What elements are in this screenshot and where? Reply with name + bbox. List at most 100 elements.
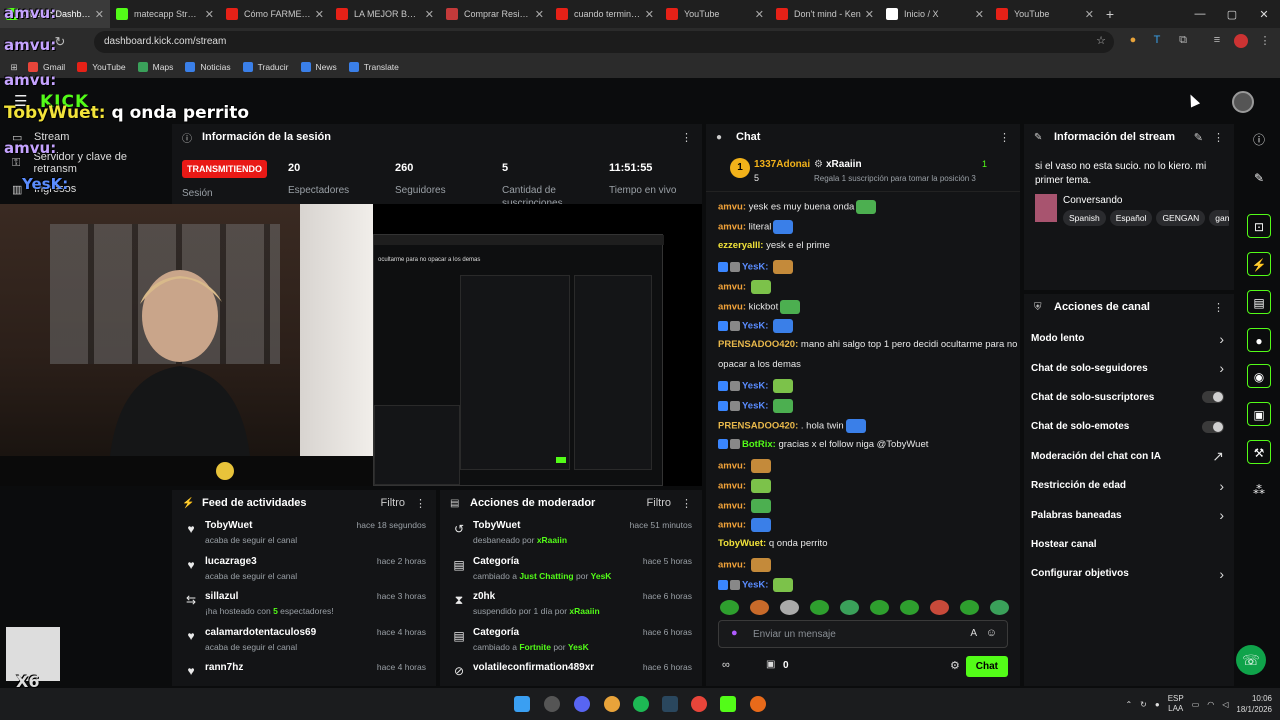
mod-action-target[interactable]: volatileconfirmation489xr [473,662,594,673]
toggle-switch[interactable] [1202,391,1224,404]
quick-emote-icon[interactable] [720,600,739,615]
channel-action-item[interactable]: Moderación del chat con IA ↗ [1024,442,1234,471]
translate-icon[interactable]: A [970,628,977,639]
quick-emote-icon[interactable] [990,600,1009,615]
second-gifter-name[interactable]: xRaaiin [826,159,862,170]
feed-item[interactable]: ⇆ sillazul hace 3 horas ¡ha hosteado con 5 … [172,587,436,623]
chat-settings-icon[interactable]: ⚙ [950,659,960,672]
stream-tag[interactable]: Spanish [1063,210,1106,226]
user-avatar[interactable] [1232,91,1254,113]
clipboard-icon[interactable]: ▤ [1247,290,1271,314]
chat-username[interactable]: PRENSADOO420 [718,339,795,350]
sync-icon[interactable]: ↻ [1140,700,1147,709]
chat-username[interactable]: amvu [718,281,743,292]
close-tab-icon[interactable]: ✕ [95,8,104,21]
quick-emote-icon[interactable] [960,600,979,615]
app-icon[interactable] [544,696,560,712]
new-tab-button[interactable]: + [1100,6,1120,22]
chat-username[interactable]: BotRix [742,439,773,450]
system-clock[interactable]: 10:06 18/1/2026 [1236,693,1272,715]
app-icon[interactable] [750,696,766,712]
chat-username[interactable]: amvu [718,500,743,511]
toggle-switch[interactable] [1202,420,1224,433]
close-tab-icon[interactable]: ✕ [535,8,544,21]
profile-avatar-icon[interactable] [1234,34,1248,48]
close-tab-icon[interactable]: ✕ [205,8,214,21]
help-button[interactable]: ☏ [1236,645,1266,675]
close-tab-icon[interactable]: ✕ [425,8,434,21]
chat-username[interactable]: amvu [718,480,743,491]
spotify-icon[interactable] [633,696,649,712]
browser-tab[interactable]: Cómo FARMEAR ✕ [220,0,330,28]
category-name[interactable]: Conversando [1063,195,1122,206]
edit-icon[interactable]: ✎ [1194,131,1203,144]
feed-item[interactable]: ♥ TobyWuet hace 18 segundos acaba de seguir… [172,516,436,552]
browser-tab[interactable]: YouTube ✕ [660,0,770,28]
close-tab-icon[interactable]: ✕ [865,8,874,21]
close-window-icon[interactable]: ✕ [1248,8,1280,21]
quick-emote-icon[interactable] [930,600,949,615]
display-icon[interactable]: ▭ [1192,700,1200,709]
feed-item-name[interactable]: rann7hz [205,662,243,673]
close-tab-icon[interactable]: ✕ [755,8,764,21]
chat-username[interactable]: ezzeryalll [718,240,760,251]
close-tab-icon[interactable]: ✕ [1085,8,1094,21]
chat-username[interactable]: amvu [718,560,743,571]
chat-input[interactable]: ● Enviar un mensaje A ☺ [718,620,1008,648]
volume-icon[interactable]: ◁ [1222,700,1228,709]
quick-emote-icon[interactable] [840,600,859,615]
wifi-icon[interactable]: ◠ [1207,700,1214,709]
browser-tab[interactable]: cuando termine e ✕ [550,0,660,28]
mod-action-item[interactable]: ▤ Categoría hace 6 horas cambiado a Fortnit… [440,623,702,659]
close-tab-icon[interactable]: ✕ [315,8,324,21]
language-indicator[interactable]: ESP LAA [1168,694,1184,714]
channel-action-item[interactable]: Hostear canal [1024,530,1234,559]
close-tab-icon[interactable]: ✕ [975,8,984,21]
chat-username[interactable]: YesK [742,401,765,412]
layout-icon[interactable]: ▣ [1247,402,1271,426]
tab-search-icon[interactable]: ≡ [1210,34,1224,48]
chat-username[interactable]: YesK [742,321,765,332]
close-tab-icon[interactable]: ✕ [645,8,654,21]
browser-tab[interactable]: Comprar Residen ✕ [440,0,550,28]
feed-item-name[interactable]: sillazul [205,591,238,602]
channel-action-item[interactable]: Chat de solo-seguidores › [1024,353,1234,382]
mod-action-target[interactable]: z0hk [473,591,495,602]
maximize-icon[interactable]: ▢ [1216,8,1248,21]
channel-action-item[interactable]: Restricción de edad › [1024,471,1234,500]
top-gifter-name[interactable]: 1337Adonai [754,159,810,170]
chat-username[interactable]: TobyWuet [718,538,763,549]
discord-icon[interactable] [574,696,590,712]
feed-filter-button[interactable]: Filtro [381,497,405,509]
chat-username[interactable]: amvu [718,520,743,531]
quick-emote-icon[interactable] [810,600,829,615]
mod-action-item[interactable]: ↺ TobyWuet hace 51 minutos desbaneado por x… [440,516,702,552]
pencil-icon[interactable]: ✎ [1247,166,1271,190]
chat-username[interactable]: YesK [742,261,765,272]
channel-action-item[interactable]: Modo lento › [1024,324,1234,353]
steam-icon[interactable] [662,696,678,712]
bookmark-item[interactable]: YouTube [77,62,126,72]
more-options-icon[interactable]: ⋮ [415,497,426,510]
emoji-icon[interactable]: ☺ [986,627,997,639]
more-options-icon[interactable]: ⋮ [999,131,1010,144]
quick-emote-icon[interactable] [870,600,889,615]
more-options-icon[interactable]: ⋮ [1213,131,1224,144]
mod-action-target[interactable]: Categoría [473,556,519,567]
stream-tag[interactable]: Español [1109,210,1153,226]
wrench-icon[interactable]: ⚒ [1247,440,1271,464]
browser-tab[interactable]: Inicio / X ✕ [880,0,990,28]
microphone-icon[interactable]: ● [731,627,738,639]
mod-action-item[interactable]: ⧗ z0hk hace 6 horas suspendido por 1 día po… [440,587,702,623]
infinity-icon[interactable]: ∞ [722,659,730,671]
mod-filter-button[interactable]: Filtro [647,497,671,509]
feed-item-name[interactable]: calamardotentaculos69 [205,627,316,638]
quick-emote-icon[interactable] [750,600,769,615]
channel-action-item[interactable]: Palabras baneadas › [1024,500,1234,529]
bookmark-item[interactable]: Translate [348,62,399,72]
chat-username[interactable]: amvu [718,202,743,213]
extensions-puzzle-icon[interactable]: ⧉ [1176,34,1190,48]
chrome-icon[interactable] [604,696,620,712]
channel-action-item[interactable]: Chat de solo-emotes [1024,412,1234,441]
crop-icon[interactable]: ⊡ [1247,214,1271,238]
